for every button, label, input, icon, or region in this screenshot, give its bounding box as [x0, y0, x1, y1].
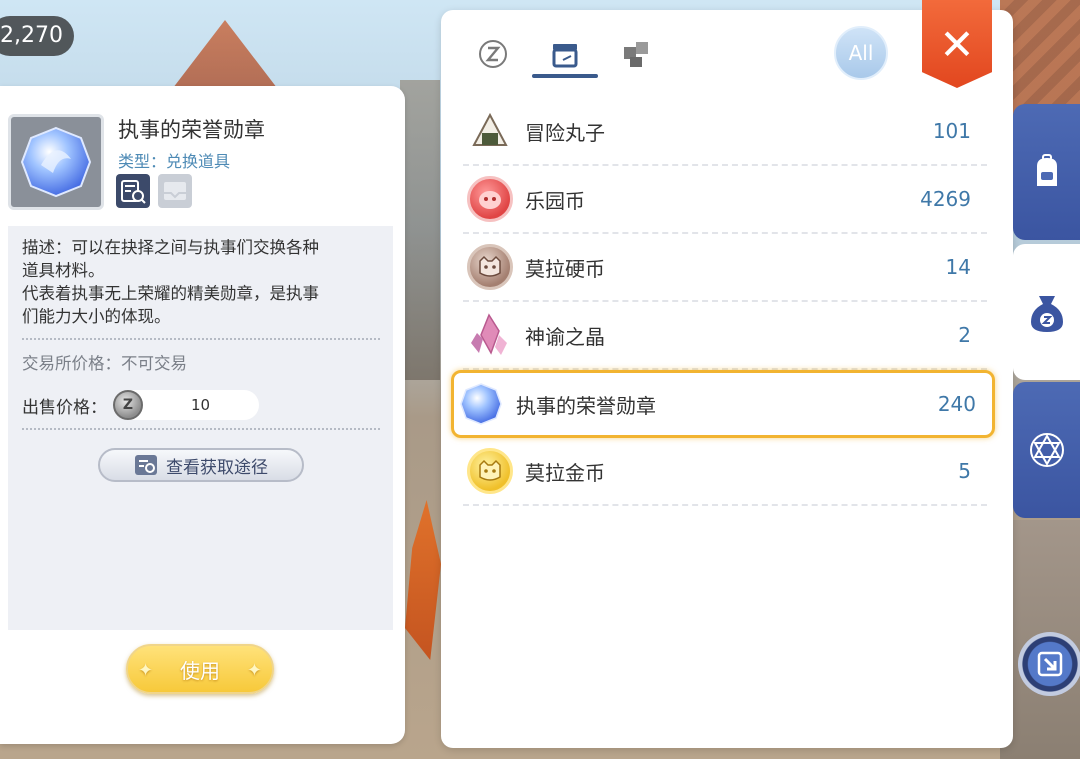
zeny-coin-icon: Z [113, 390, 143, 420]
trade-price: 交易所价格：不可交易 [22, 354, 187, 373]
currency-counter: 2,270 [0, 16, 74, 56]
item-name: 冒险丸子 [525, 120, 605, 145]
divider [22, 338, 380, 340]
description-line: 描述：可以在抉择之间与执事们交换各种 [22, 238, 319, 257]
zeny-tab-icon [479, 40, 507, 68]
item-count: 5 [958, 459, 971, 483]
mora-gold-coin-icon [467, 448, 513, 494]
sell-price-box: Z 10 [113, 390, 259, 420]
active-tab-indicator [532, 74, 598, 78]
item-count: 2 [958, 323, 971, 347]
backpack-icon [1036, 154, 1057, 186]
close-icon: ✕ [939, 19, 975, 69]
item-type: 类型：兑换道具 [118, 152, 231, 171]
close-button[interactable]: ✕ [922, 0, 992, 88]
item-name: 执事的荣誉勋章 [118, 118, 265, 142]
butler-medal-icon [20, 126, 92, 198]
collapse-arrow-icon [1037, 651, 1063, 677]
item-detail-panel: 执事的荣誉勋章 类型：兑换道具 描述：可以在抉择之间与执事们交换各种 道具材料。… [0, 86, 405, 744]
view-source-label: 查看获取途径 [166, 457, 268, 478]
document-search-icon [121, 180, 146, 204]
sell-price-row: 出售价格： Z 10 [22, 390, 259, 420]
sell-price-value: 10 [191, 396, 211, 414]
use-button[interactable]: ✦ 使用 ✦ [126, 644, 274, 694]
background-flag [405, 500, 441, 660]
item-count: 240 [937, 392, 976, 416]
divider [22, 428, 380, 430]
tab-zeny[interactable] [473, 36, 513, 72]
mora-coin-icon [467, 244, 513, 290]
item-name: 神谕之晶 [525, 324, 605, 349]
shop-icon [552, 44, 578, 68]
description-box: 描述：可以在抉择之间与执事们交换各种 道具材料。 代表着执事无上荣耀的精美勋章，… [8, 226, 393, 630]
puzzle-icon [624, 42, 648, 67]
minimize-button[interactable] [1018, 632, 1080, 696]
item-name: 乐园币 [525, 188, 585, 213]
item-description: 描述：可以在抉择之间与执事们交换各种 道具材料。 代表着执事无上荣耀的精美勋章，… [22, 236, 372, 328]
document-search-icon [135, 455, 157, 475]
item-storage-button[interactable] [158, 174, 192, 208]
item-count: 4269 [920, 187, 971, 211]
list-item[interactable]: 莫拉硬币 14 [463, 234, 987, 302]
tray-icon [164, 182, 186, 200]
oracle-crystal-icon [467, 312, 513, 358]
tab-shop[interactable] [545, 36, 585, 72]
sparkle-icon: ✦ [138, 660, 154, 681]
description-line: 道具材料。 [22, 261, 105, 280]
list-item-selected[interactable]: 执事的荣誉勋章 240 [451, 370, 995, 438]
rice-ball-icon [467, 108, 513, 154]
item-count: 14 [945, 255, 971, 279]
list-item[interactable]: 冒险丸子 101 [463, 98, 987, 166]
list-item[interactable]: 乐园币 4269 [463, 166, 987, 234]
item-name: 莫拉硬币 [525, 256, 605, 281]
sparkle-icon: ✦ [246, 660, 262, 681]
side-tab-magic[interactable] [1013, 382, 1080, 518]
hexagram-icon [1029, 433, 1064, 467]
sell-price-label: 出售价格： [22, 397, 107, 418]
item-info-button[interactable] [116, 174, 150, 208]
item-name: 莫拉金币 [525, 460, 605, 485]
list-item[interactable]: 神谕之晶 2 [463, 302, 987, 370]
currency-list: 冒险丸子 101 乐园币 4269 莫拉硬币 14 神谕之晶 2 执事的荣誉勋章… [451, 98, 997, 506]
side-tab-currency[interactable] [1013, 244, 1080, 380]
money-bag-icon [1030, 296, 1063, 332]
view-source-button[interactable]: 查看获取途径 [98, 448, 304, 482]
background-tower [400, 80, 440, 380]
item-thumbnail [8, 114, 104, 210]
tab-puzzle[interactable] [617, 36, 657, 72]
side-tab-backpack[interactable] [1013, 104, 1080, 240]
butler-medal-icon [458, 381, 504, 427]
use-button-label: 使用 [180, 658, 220, 683]
park-coin-icon [467, 176, 513, 222]
item-count: 101 [932, 119, 971, 143]
item-name: 执事的荣誉勋章 [516, 393, 656, 418]
list-item[interactable]: 莫拉金币 5 [463, 438, 987, 506]
description-line: 们能力大小的体现。 [22, 307, 171, 326]
description-line: 代表着执事无上荣耀的精美勋章，是执事 [22, 284, 319, 303]
inventory-panel: All ✕ 冒险丸子 101 乐园币 4269 莫拉硬币 14 神谕之晶 2 执… [441, 0, 1013, 748]
filter-all-button[interactable]: All [834, 26, 888, 80]
